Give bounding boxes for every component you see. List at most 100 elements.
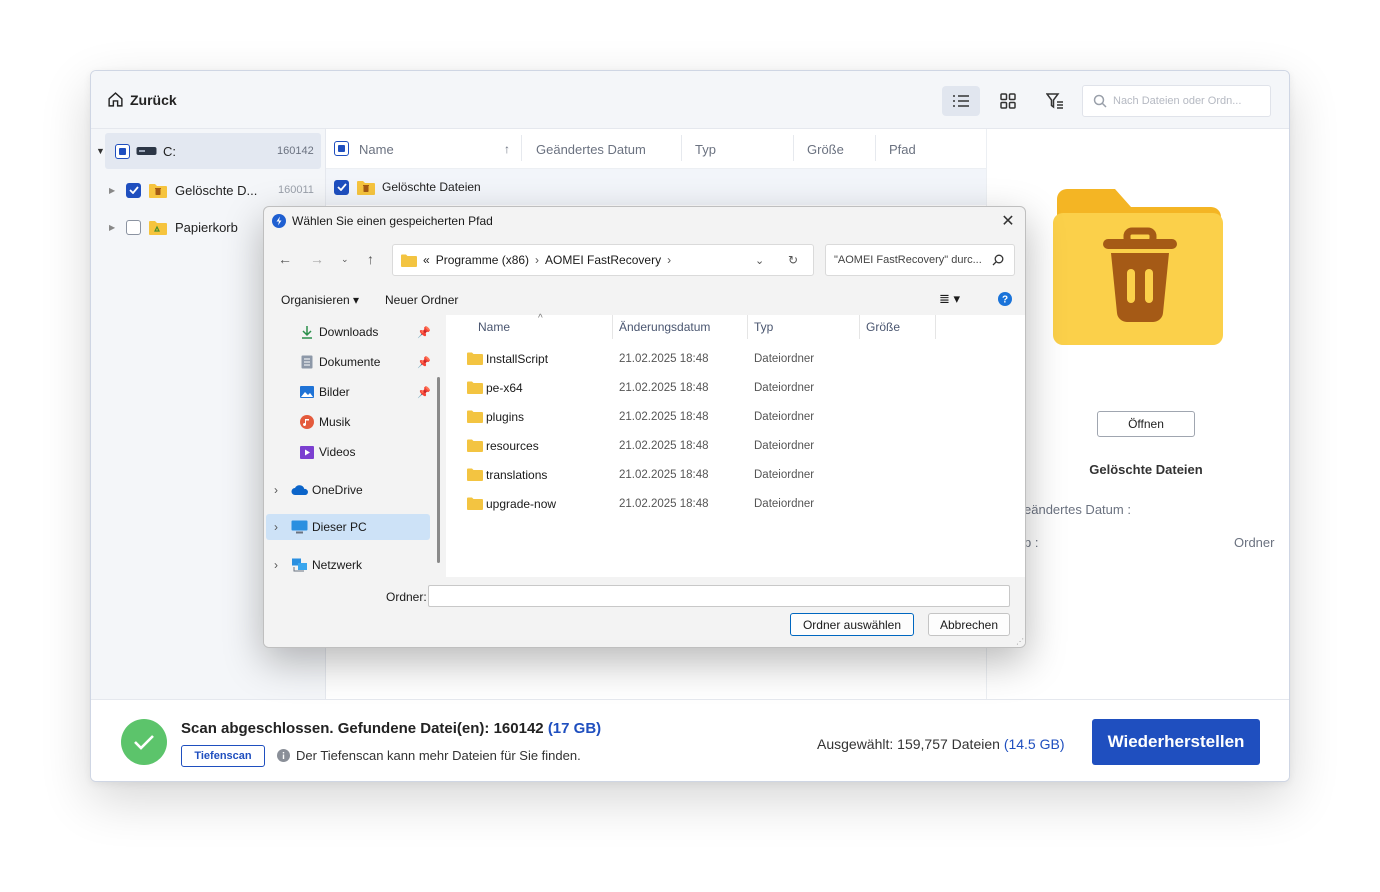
search-input[interactable]	[1113, 95, 1263, 107]
content-header: Name ^ Änderungsdatum Typ Größe	[446, 313, 1025, 339]
folder-row[interactable]: plugins 21.02.2025 18:48 Dateiordner	[446, 402, 1025, 431]
nav-downloads[interactable]: Downloads 📌	[264, 319, 442, 345]
folder-name: upgrade-now	[486, 496, 557, 511]
tree-item-drive-c[interactable]: ▼ C: 160142	[96, 133, 321, 169]
expand-arrow-icon[interactable]: ▶	[109, 186, 115, 195]
cancel-button[interactable]: Abbrechen	[928, 613, 1010, 636]
refresh-icon[interactable]: ↻	[788, 253, 798, 267]
folder-type: Dateiordner	[754, 410, 815, 423]
expand-arrow-icon[interactable]: ▼	[96, 146, 105, 156]
organize-button[interactable]: Organisieren ▾	[281, 293, 359, 307]
column-size[interactable]: Größe	[807, 142, 844, 157]
dialog-search-box[interactable]: "AOMEI FastRecovery" durc...	[825, 244, 1015, 276]
home-icon	[108, 92, 123, 107]
back-button[interactable]: Zurück	[107, 91, 177, 108]
nav-onedrive[interactable]: › OneDrive	[264, 477, 442, 503]
folder-row[interactable]: resources 21.02.2025 18:48 Dateiordner	[446, 431, 1025, 460]
forward-arrow-icon[interactable]: →	[310, 251, 324, 267]
dialog-titlebar: Wählen Sie einen gespeicherten Pfad ✕	[264, 207, 1025, 235]
recent-dropdown-icon[interactable]: ⌄	[341, 254, 349, 265]
column-type[interactable]: Typ	[695, 142, 716, 157]
nav-videos[interactable]: Videos	[264, 439, 442, 465]
app-logo-icon	[272, 214, 286, 228]
new-folder-button[interactable]: Neuer Ordner	[385, 293, 458, 307]
checkbox[interactable]	[126, 182, 141, 198]
column-size[interactable]: Größe	[866, 320, 900, 334]
address-dropdown-icon[interactable]: ⌄	[755, 254, 764, 267]
trash-folder-icon	[357, 180, 375, 195]
checkbox[interactable]	[334, 179, 349, 195]
list-icon	[953, 95, 969, 107]
expand-chevron-icon[interactable]: ›	[274, 558, 278, 572]
checkbox[interactable]	[126, 219, 141, 235]
chevron-right-icon: ›	[535, 253, 540, 267]
column-date[interactable]: Änderungsdatum	[619, 320, 710, 334]
folder-row[interactable]: pe-x64 21.02.2025 18:48 Dateiordner	[446, 373, 1025, 402]
list-view-button[interactable]	[942, 86, 980, 116]
folder-name: InstallScript	[486, 351, 549, 366]
nav-music[interactable]: Musik	[264, 409, 442, 435]
nav-pictures[interactable]: Bilder 📌	[264, 379, 442, 405]
select-folder-button[interactable]: Ordner auswählen	[790, 613, 914, 636]
scan-size: (17 GB)	[547, 720, 602, 737]
pin-icon[interactable]: 📌	[417, 356, 431, 369]
view-options-icon[interactable]: ≣ ▾	[939, 291, 960, 307]
drive-icon	[136, 147, 157, 155]
folder-icon	[467, 468, 483, 481]
restore-button[interactable]: Wiederherstellen	[1092, 719, 1260, 765]
nav-scrollbar[interactable]	[437, 377, 440, 563]
chevron-right-icon: ›	[667, 253, 672, 267]
folder-type: Dateiordner	[754, 497, 815, 510]
filter-button[interactable]	[1036, 86, 1074, 116]
close-button[interactable]: ✕	[993, 209, 1023, 233]
back-arrow-icon[interactable]: ←	[278, 251, 292, 267]
select-all-checkbox[interactable]	[334, 141, 349, 156]
address-chevrons[interactable]: «	[423, 253, 430, 267]
up-arrow-icon[interactable]: ↑	[367, 251, 374, 267]
navigation-pane: Downloads 📌 Dokumente 📌 Bilder 📌 Musik V…	[264, 315, 442, 577]
navigation-bar: ← → ⌄ ↑ « Programme (x86) › AOMEI FastRe…	[264, 235, 1025, 283]
folder-row[interactable]: InstallScript 21.02.2025 18:48 Dateiordn…	[446, 344, 1025, 373]
folder-picker-dialog: Wählen Sie einen gespeicherten Pfad ✕ ← …	[263, 206, 1026, 648]
music-icon	[300, 415, 314, 429]
column-path[interactable]: Pfad	[889, 142, 916, 157]
expand-chevron-icon[interactable]: ›	[274, 483, 278, 497]
type-label: p :	[1024, 535, 1039, 550]
column-modified[interactable]: Geändertes Datum	[536, 142, 646, 157]
breadcrumb-programs[interactable]: Programme (x86)	[436, 253, 529, 267]
column-name[interactable]: Name	[359, 142, 394, 157]
search-box[interactable]	[1082, 85, 1271, 117]
file-row[interactable]: Gelöschte Dateien	[326, 169, 986, 205]
nav-this-pc[interactable]: › Dieser PC	[266, 514, 430, 540]
folder-field[interactable]	[428, 585, 1010, 607]
folder-date: 21.02.2025 18:48	[619, 468, 709, 481]
recycle-folder-icon	[149, 220, 167, 235]
status-bar: Scan abgeschlossen. Gefundene Datei(en):…	[91, 699, 1289, 781]
folder-row[interactable]: translations 21.02.2025 18:48 Dateiordne…	[446, 460, 1025, 489]
folder-row[interactable]: upgrade-now 21.02.2025 18:48 Dateiordner	[446, 489, 1025, 518]
dialog-footer: Ordner: Ordner auswählen Abbrechen ⋰	[264, 577, 1025, 647]
checkbox[interactable]	[115, 143, 130, 159]
open-button[interactable]: Öffnen	[1097, 411, 1195, 437]
nav-documents[interactable]: Dokumente 📌	[264, 349, 442, 375]
grid-icon	[1000, 93, 1016, 109]
column-type[interactable]: Typ	[754, 320, 773, 334]
resize-grip-icon[interactable]: ⋰	[1016, 637, 1024, 646]
expand-arrow-icon[interactable]: ▶	[109, 223, 115, 232]
nav-network[interactable]: › Netzwerk	[264, 552, 442, 578]
modified-date-label: eändertes Datum :	[1024, 502, 1131, 517]
deep-scan-button[interactable]: Tiefenscan	[181, 745, 265, 767]
grid-view-button[interactable]	[989, 86, 1027, 116]
breadcrumb-aomei[interactable]: AOMEI FastRecovery	[545, 253, 661, 267]
nav-label: Dokumente	[319, 355, 381, 369]
expand-chevron-icon[interactable]: ›	[274, 520, 278, 534]
column-name[interactable]: Name	[478, 320, 510, 334]
help-icon[interactable]: ?	[998, 292, 1012, 306]
pin-icon[interactable]: 📌	[417, 326, 431, 339]
tree-item-deleted-files[interactable]: ▶ Gelöschte D... 160011	[91, 172, 326, 208]
tree-item-count: 160011	[278, 184, 314, 196]
folder-date: 21.02.2025 18:48	[619, 439, 709, 452]
pin-icon[interactable]: 📌	[417, 386, 431, 399]
address-bar[interactable]: « Programme (x86) › AOMEI FastRecovery ›…	[392, 244, 814, 276]
search-icon	[992, 254, 1004, 266]
